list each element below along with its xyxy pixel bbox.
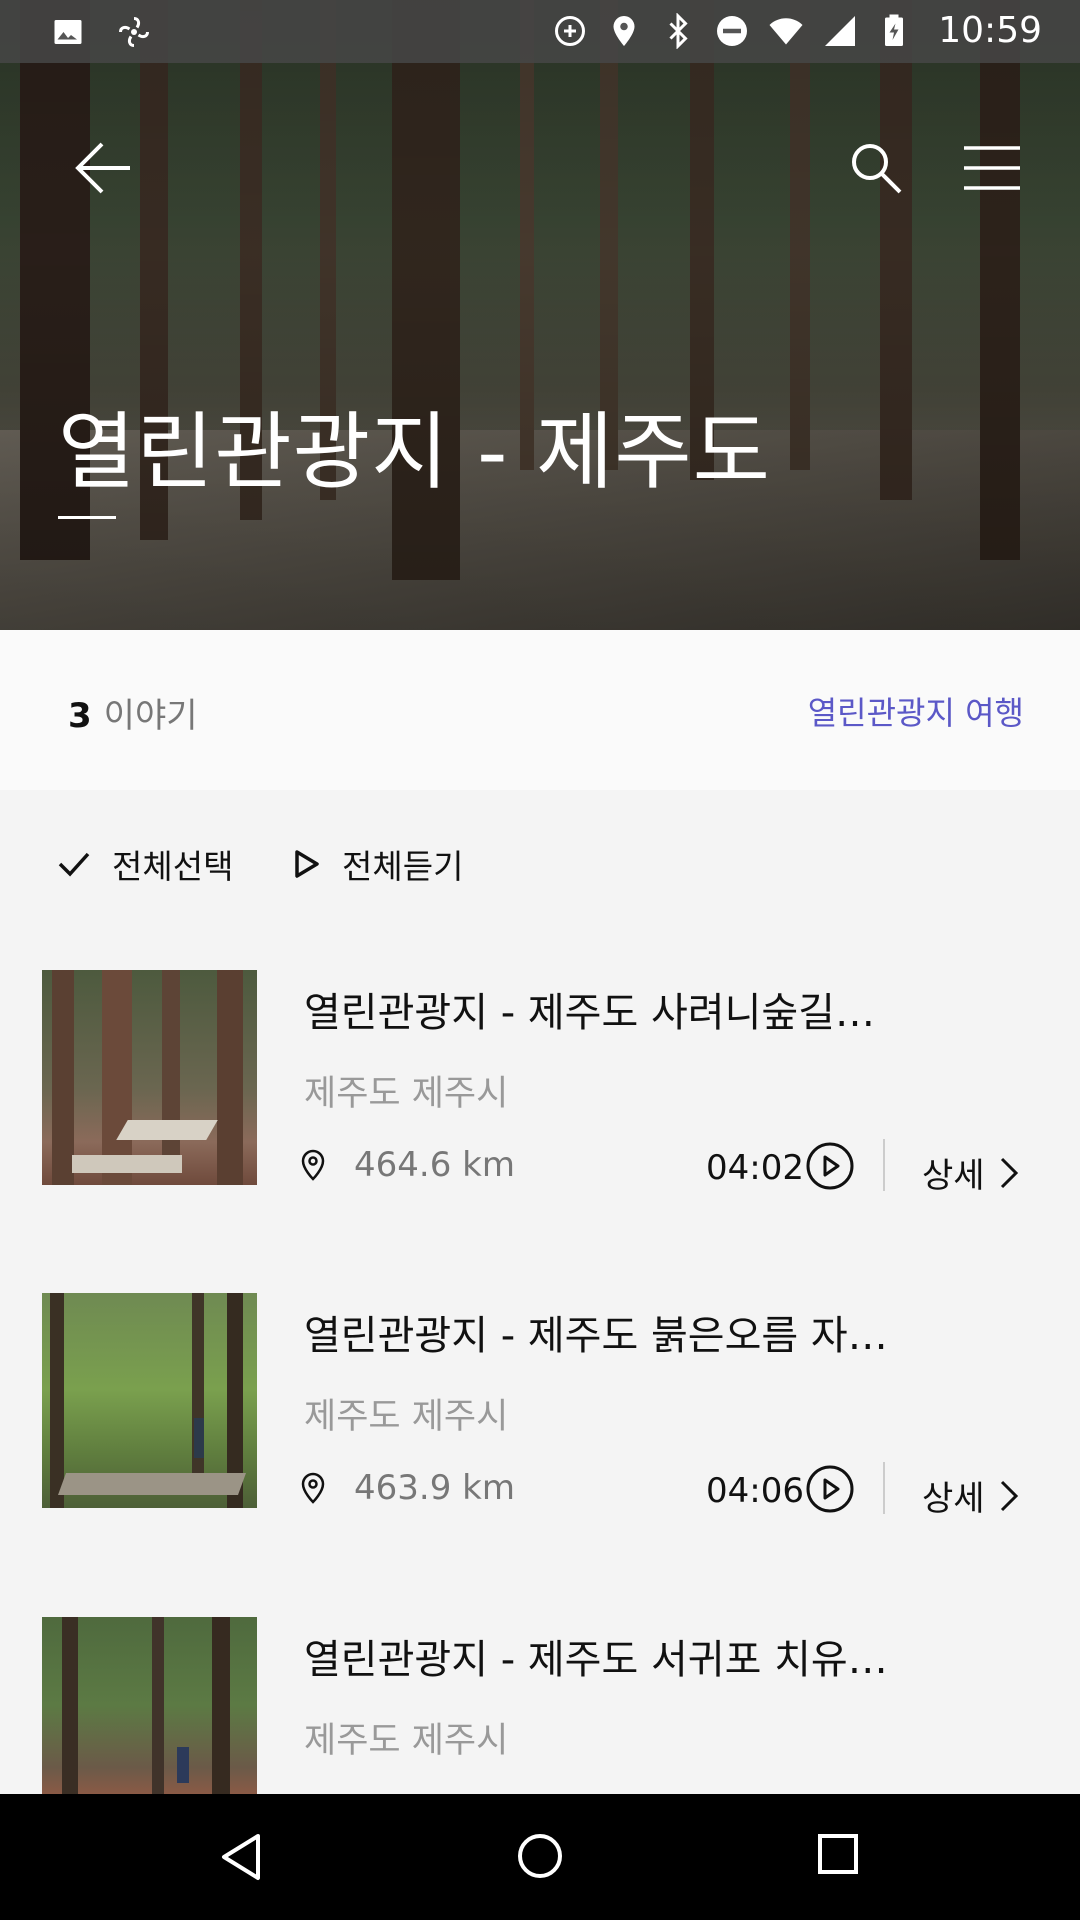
gallery-icon (54, 20, 82, 44)
item-meta: 463.9 km 04:06 상세 (300, 1462, 1030, 1520)
item-meta: 464.6 km 04:02 상세 (300, 1139, 1030, 1197)
distance-value: 463.9 km (354, 1468, 515, 1508)
bluetooth-icon (669, 12, 688, 49)
story-count-label: 이야기 (103, 696, 198, 736)
nav-back-icon[interactable] (218, 1832, 264, 1882)
divider (883, 1139, 885, 1191)
location-pin-icon (301, 1472, 325, 1504)
wifi-icon (769, 17, 803, 44)
menu-icon[interactable] (964, 146, 1020, 190)
location-icon (613, 15, 635, 46)
thumbnail (42, 1293, 257, 1508)
search-icon[interactable] (848, 140, 904, 196)
play-button-icon[interactable] (805, 1464, 855, 1514)
item-location: 제주도 제주시 (304, 1397, 509, 1437)
select-all-button[interactable]: 전체선택 (58, 840, 233, 888)
item-title: 열린관광지 - 제주도 붉은오름 자… (304, 1313, 888, 1359)
fan-icon (119, 17, 149, 47)
distance: 463.9 km (300, 1468, 515, 1508)
distance-value: 464.6 km (354, 1145, 515, 1185)
check-icon (58, 852, 90, 877)
thumbnail (42, 970, 257, 1185)
location-pin-icon (301, 1149, 325, 1181)
title-underline (58, 516, 116, 519)
divider (883, 1462, 885, 1514)
detail-button[interactable]: 상세 (922, 1471, 1019, 1520)
trip-link[interactable]: 열린관광지 여행 (808, 688, 1024, 734)
item-title: 열린관광지 - 제주도 서귀포 치유… (304, 1637, 888, 1683)
status-right: 10:59 (552, 10, 1042, 51)
detail-label: 상세 (922, 1156, 985, 1196)
list-item[interactable]: 열린관광지 - 제주도 붉은오름 자… 제주도 제주시 463.9 km 04:… (0, 1293, 1080, 1593)
status-time: 10:59 (938, 10, 1042, 51)
navigation-bar (0, 1794, 1080, 1920)
chevron-right-icon (1000, 1480, 1018, 1511)
do-not-disturb-icon (717, 15, 748, 46)
list-item[interactable]: 열린관광지 - 제주도 사려니숲길… 제주도 제주시 464.6 km 04:0… (0, 970, 1080, 1270)
listen-all-label: 전체듣기 (342, 847, 464, 886)
nav-recents-icon[interactable] (816, 1832, 860, 1876)
story-count: 3 이야기 (68, 688, 198, 737)
status-bar: 10:59 (0, 0, 1080, 63)
item-location: 제주도 제주시 (304, 1074, 509, 1114)
select-all-label: 전체선택 (112, 847, 234, 886)
detail-label: 상세 (922, 1479, 985, 1519)
item-title: 열린관광지 - 제주도 사려니숲길… (304, 990, 875, 1036)
nav-home-icon[interactable] (516, 1832, 564, 1880)
play-button-icon[interactable] (805, 1141, 855, 1191)
distance: 464.6 km (300, 1145, 515, 1185)
hero-shade (0, 0, 1080, 630)
page-title: 열린관광지 - 제주도 (58, 403, 771, 501)
play-outline-icon (295, 850, 319, 878)
listen-all-button[interactable]: 전체듣기 (294, 840, 463, 888)
back-arrow-icon[interactable] (74, 140, 134, 196)
hero-banner: 열린관광지 - 제주도 (0, 0, 1080, 630)
action-row: 전체선택 전체듣기 (0, 790, 1080, 930)
data-saver-icon (555, 15, 586, 46)
status-left (50, 14, 152, 50)
duration: 04:06 (706, 1471, 804, 1511)
battery-charging-icon (885, 14, 904, 46)
info-row: 3 이야기 열린관광지 여행 (0, 630, 1080, 790)
signal-icon (825, 15, 856, 46)
detail-button[interactable]: 상세 (922, 1148, 1019, 1197)
item-location: 제주도 제주시 (304, 1721, 509, 1761)
chevron-right-icon (1000, 1157, 1018, 1188)
thumbnail (42, 1617, 257, 1794)
duration: 04:02 (706, 1148, 804, 1188)
story-count-number: 3 (68, 696, 92, 736)
